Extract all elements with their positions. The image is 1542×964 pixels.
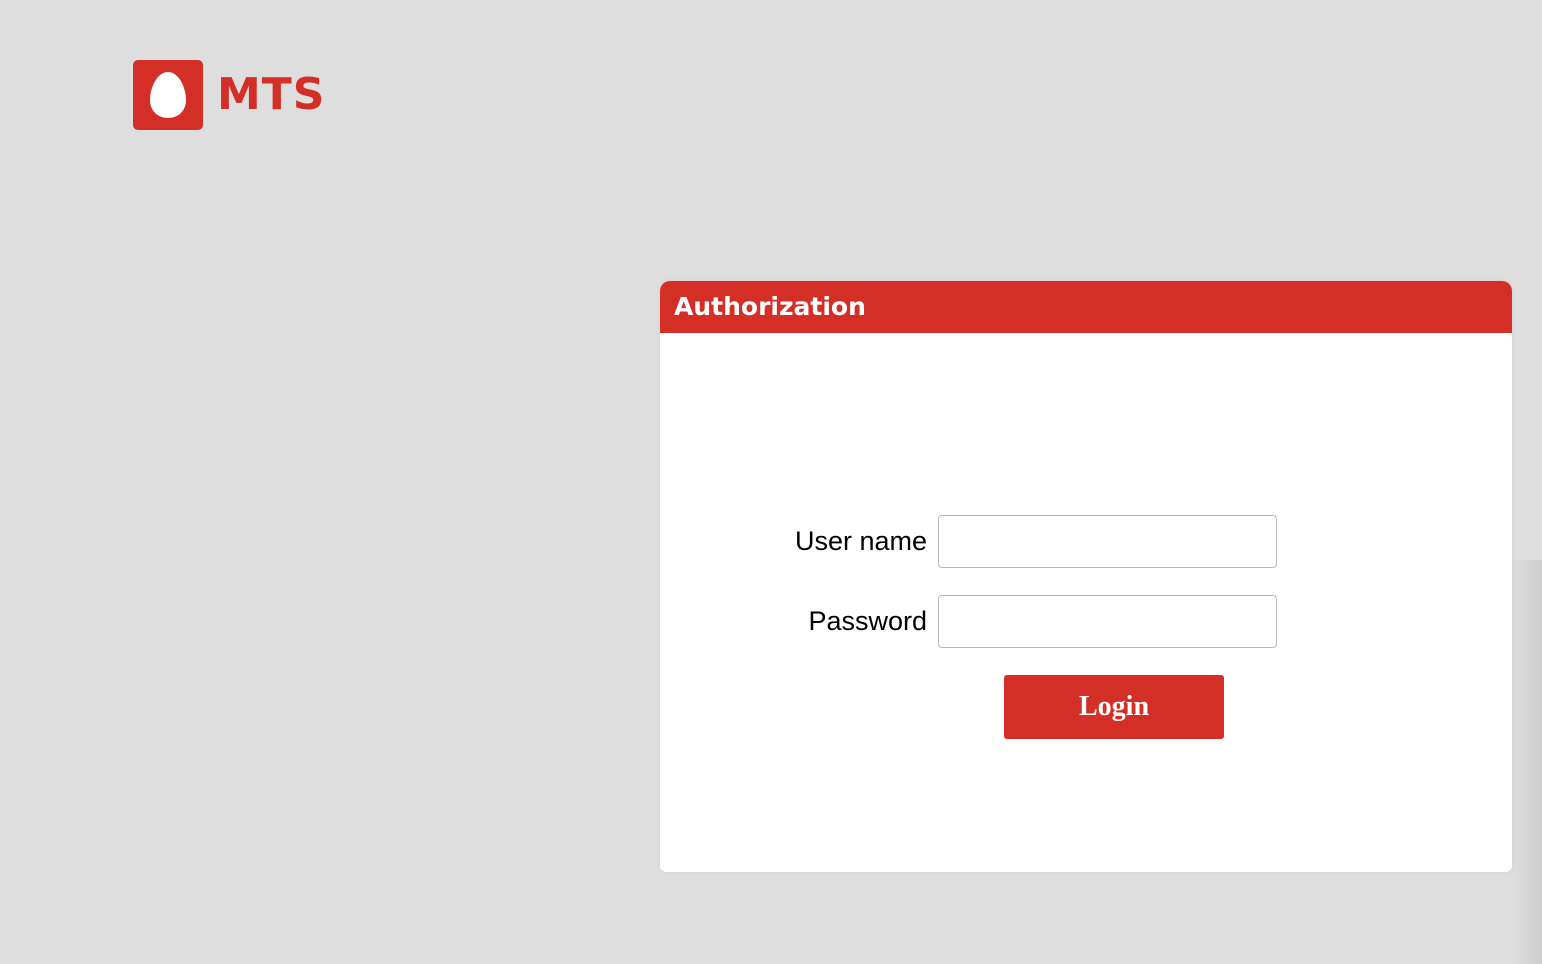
password-label: Password	[808, 606, 927, 636]
authorization-panel: Authorization User name Password Login	[660, 281, 1512, 872]
edge-shadow	[1512, 560, 1542, 964]
egg-icon	[133, 60, 203, 130]
login-button[interactable]: Login	[1004, 675, 1224, 739]
username-label: User name	[794, 526, 927, 556]
egg-shape	[150, 72, 186, 118]
username-input[interactable]	[938, 515, 1277, 568]
username-row: User name	[660, 515, 1277, 568]
panel-title: Authorization	[660, 281, 1512, 333]
logo-text: MTS	[217, 69, 326, 120]
mts-logo: MTS	[133, 60, 326, 130]
password-input[interactable]	[938, 595, 1277, 648]
password-row: Password	[660, 595, 1277, 648]
